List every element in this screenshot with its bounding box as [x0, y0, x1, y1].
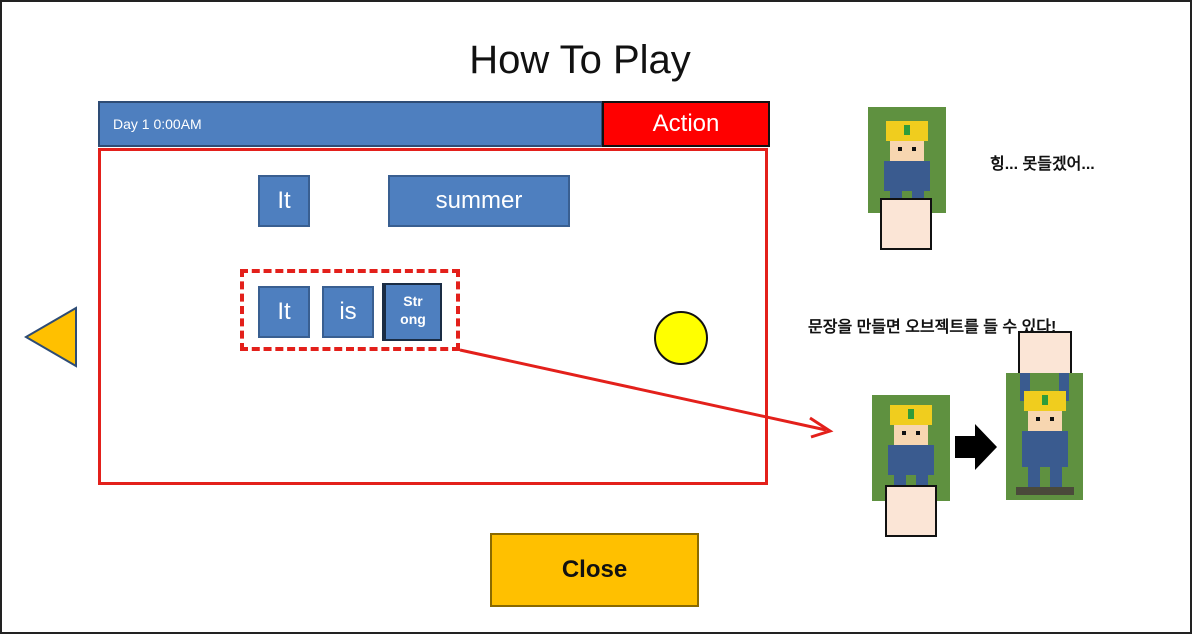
speech-cannot-lift: 힝... 못들겠어...	[990, 156, 1095, 173]
close-button[interactable]: Close	[490, 533, 699, 607]
right-arrow-icon	[955, 424, 997, 470]
crate-box	[880, 198, 932, 250]
triangle-left-icon[interactable]	[24, 306, 78, 368]
worker-character-lifting-image	[1006, 373, 1083, 500]
crate-box-ground	[885, 485, 937, 537]
